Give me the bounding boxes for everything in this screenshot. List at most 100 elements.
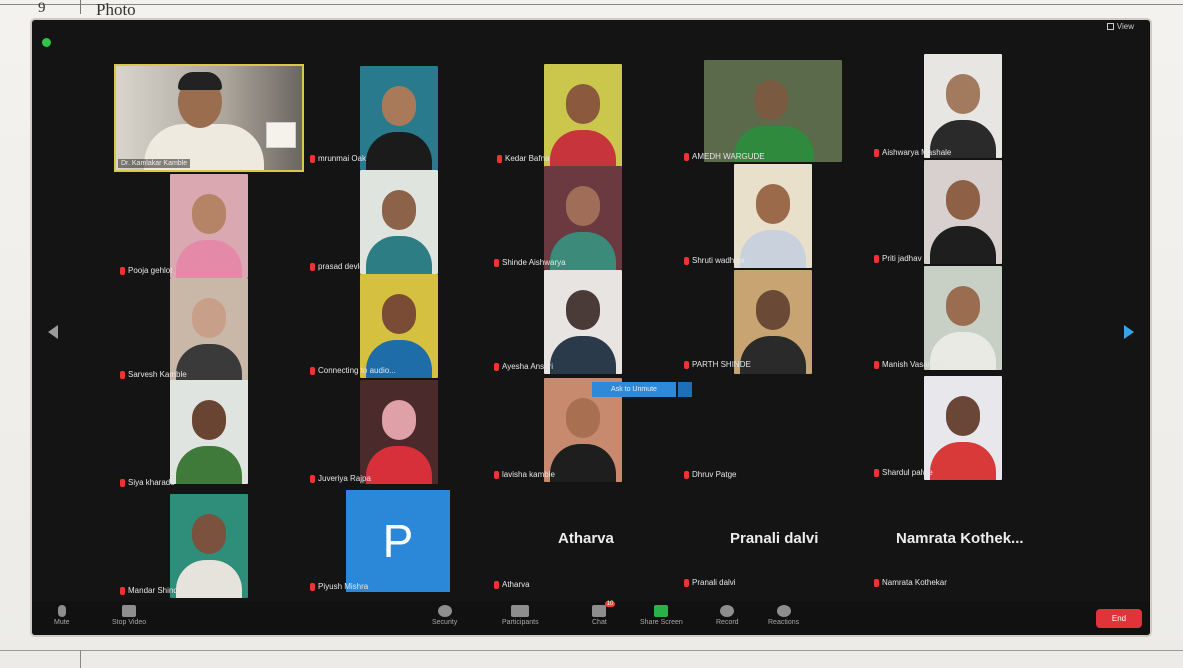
- next-page-arrow-icon[interactable]: [1124, 325, 1134, 339]
- host-wall-frame: [266, 122, 296, 148]
- participant-name-display[interactable]: Namrata Kothek...: [896, 530, 1024, 547]
- muted-mic-icon: [874, 254, 879, 263]
- muted-mic-icon: [684, 470, 689, 479]
- participant-name: Mandar Shinde: [120, 586, 182, 595]
- mute-button[interactable]: Mute: [54, 605, 70, 626]
- participant-video: [924, 376, 1002, 480]
- participant-face: [946, 286, 980, 326]
- muted-mic-icon: [120, 586, 125, 595]
- participant-name: Pooja gehlot: [120, 266, 172, 275]
- chat-label: Chat: [592, 619, 607, 626]
- muted-mic-icon: [874, 148, 879, 157]
- muted-mic-icon: [874, 360, 879, 369]
- view-button[interactable]: View: [1106, 22, 1134, 31]
- participant-name: prasad devle: [310, 262, 364, 271]
- participant-body: [930, 226, 996, 264]
- participant-name-display[interactable]: Pranali dalvi: [730, 530, 818, 547]
- participant-face: [192, 400, 226, 440]
- end-meeting-button[interactable]: End: [1096, 609, 1142, 628]
- participant-name: Priti jadhav: [874, 254, 922, 263]
- host-hair: [178, 72, 222, 90]
- avatar[interactable]: P: [346, 490, 450, 592]
- participant-face: [382, 294, 416, 334]
- participant-body: [740, 230, 806, 268]
- participant-body: [366, 132, 432, 170]
- security-button[interactable]: Security: [432, 605, 457, 626]
- more-options-dropdown-icon[interactable]: [678, 382, 692, 397]
- participant-body: [366, 446, 432, 484]
- ask-to-unmute-label: Ask to Unmute: [611, 386, 657, 393]
- reactions-label: Reactions: [768, 619, 800, 626]
- participants-button[interactable]: Participants: [502, 605, 539, 626]
- grid-view-icon: [1106, 23, 1114, 30]
- participant-video: [734, 164, 812, 268]
- table-rule-top: [0, 4, 1183, 5]
- participant-video: [170, 278, 248, 382]
- security-label: Security: [432, 619, 458, 626]
- table-heading: Photo: [96, 0, 136, 19]
- record-label: Record: [716, 619, 739, 626]
- participant-name: Ayesha Ansari: [494, 362, 553, 371]
- participant-video: [704, 60, 842, 162]
- participant-name: Shruti wadhwa: [684, 256, 744, 265]
- participant-name: Shinde Aishwarya: [494, 258, 566, 267]
- participant-face: [566, 398, 600, 438]
- participant-face: [382, 190, 416, 230]
- ask-to-unmute-button[interactable]: Ask to Unmute: [592, 382, 692, 397]
- muted-mic-icon: [310, 582, 315, 591]
- muted-mic-icon: [494, 362, 499, 371]
- participant-video: [170, 380, 248, 484]
- record-button[interactable]: Record: [716, 605, 739, 626]
- participant-name: Sarvesh Kamble: [120, 370, 187, 379]
- previous-page-arrow-icon[interactable]: [48, 325, 58, 339]
- muted-mic-icon: [310, 474, 315, 483]
- participant-name: Namrata Kothekar: [874, 578, 947, 587]
- connection-status-icon: [42, 38, 51, 47]
- participant-video: [170, 494, 248, 598]
- participant-video: [544, 64, 622, 168]
- participant-name-display[interactable]: Atharva: [558, 530, 614, 547]
- shield-icon: [437, 605, 452, 617]
- participant-body: [176, 560, 242, 598]
- table-row-number: 9: [38, 0, 46, 16]
- muted-mic-icon: [120, 478, 125, 487]
- participant-face: [946, 180, 980, 220]
- table-rule-bottom: [0, 650, 1183, 651]
- meeting-toolbar: Mute Stop Video Security Participants 10…: [32, 601, 1150, 635]
- participant-body: [550, 336, 616, 374]
- muted-mic-icon: [120, 266, 125, 275]
- participant-video: [360, 170, 438, 274]
- chat-unread-badge: 10: [604, 601, 616, 607]
- reactions-icon: [776, 605, 791, 617]
- participant-name: lavisha kamble: [494, 470, 555, 479]
- participant-name: Shardul palwe: [874, 468, 933, 477]
- muted-mic-icon: [874, 468, 879, 477]
- participant-face: [192, 514, 226, 554]
- table-column-rule: [80, 0, 81, 14]
- stop-video-button[interactable]: Stop Video: [112, 605, 146, 626]
- participants-icon: [511, 605, 530, 617]
- view-button-label: View: [1116, 22, 1134, 31]
- participant-name: Atharva: [494, 580, 530, 589]
- record-icon: [720, 605, 735, 617]
- share-screen-button[interactable]: Share Screen: [640, 605, 683, 626]
- muted-mic-icon: [874, 578, 879, 587]
- participant-name: Aishwarya Mashale: [874, 148, 951, 157]
- host-video-tile[interactable]: Dr. Kamlakar Kamble: [114, 64, 304, 172]
- participant-video: [544, 270, 622, 374]
- chat-button[interactable]: 10 Chat: [592, 601, 616, 626]
- participant-face: [192, 194, 226, 234]
- participant-video: [360, 274, 438, 378]
- participant-face: [566, 186, 600, 226]
- reactions-button[interactable]: Reactions: [768, 605, 799, 626]
- muted-mic-icon: [494, 580, 499, 589]
- muted-mic-icon: [120, 370, 125, 379]
- participant-video: [544, 166, 622, 270]
- muted-mic-icon: [684, 152, 689, 161]
- participant-face: [754, 80, 788, 120]
- participant-name: Connecting to audio...: [310, 366, 396, 375]
- video-camera-icon: [122, 605, 137, 617]
- participant-face: [946, 74, 980, 114]
- participant-name: Siya kharade: [120, 478, 175, 487]
- participant-face: [382, 86, 416, 126]
